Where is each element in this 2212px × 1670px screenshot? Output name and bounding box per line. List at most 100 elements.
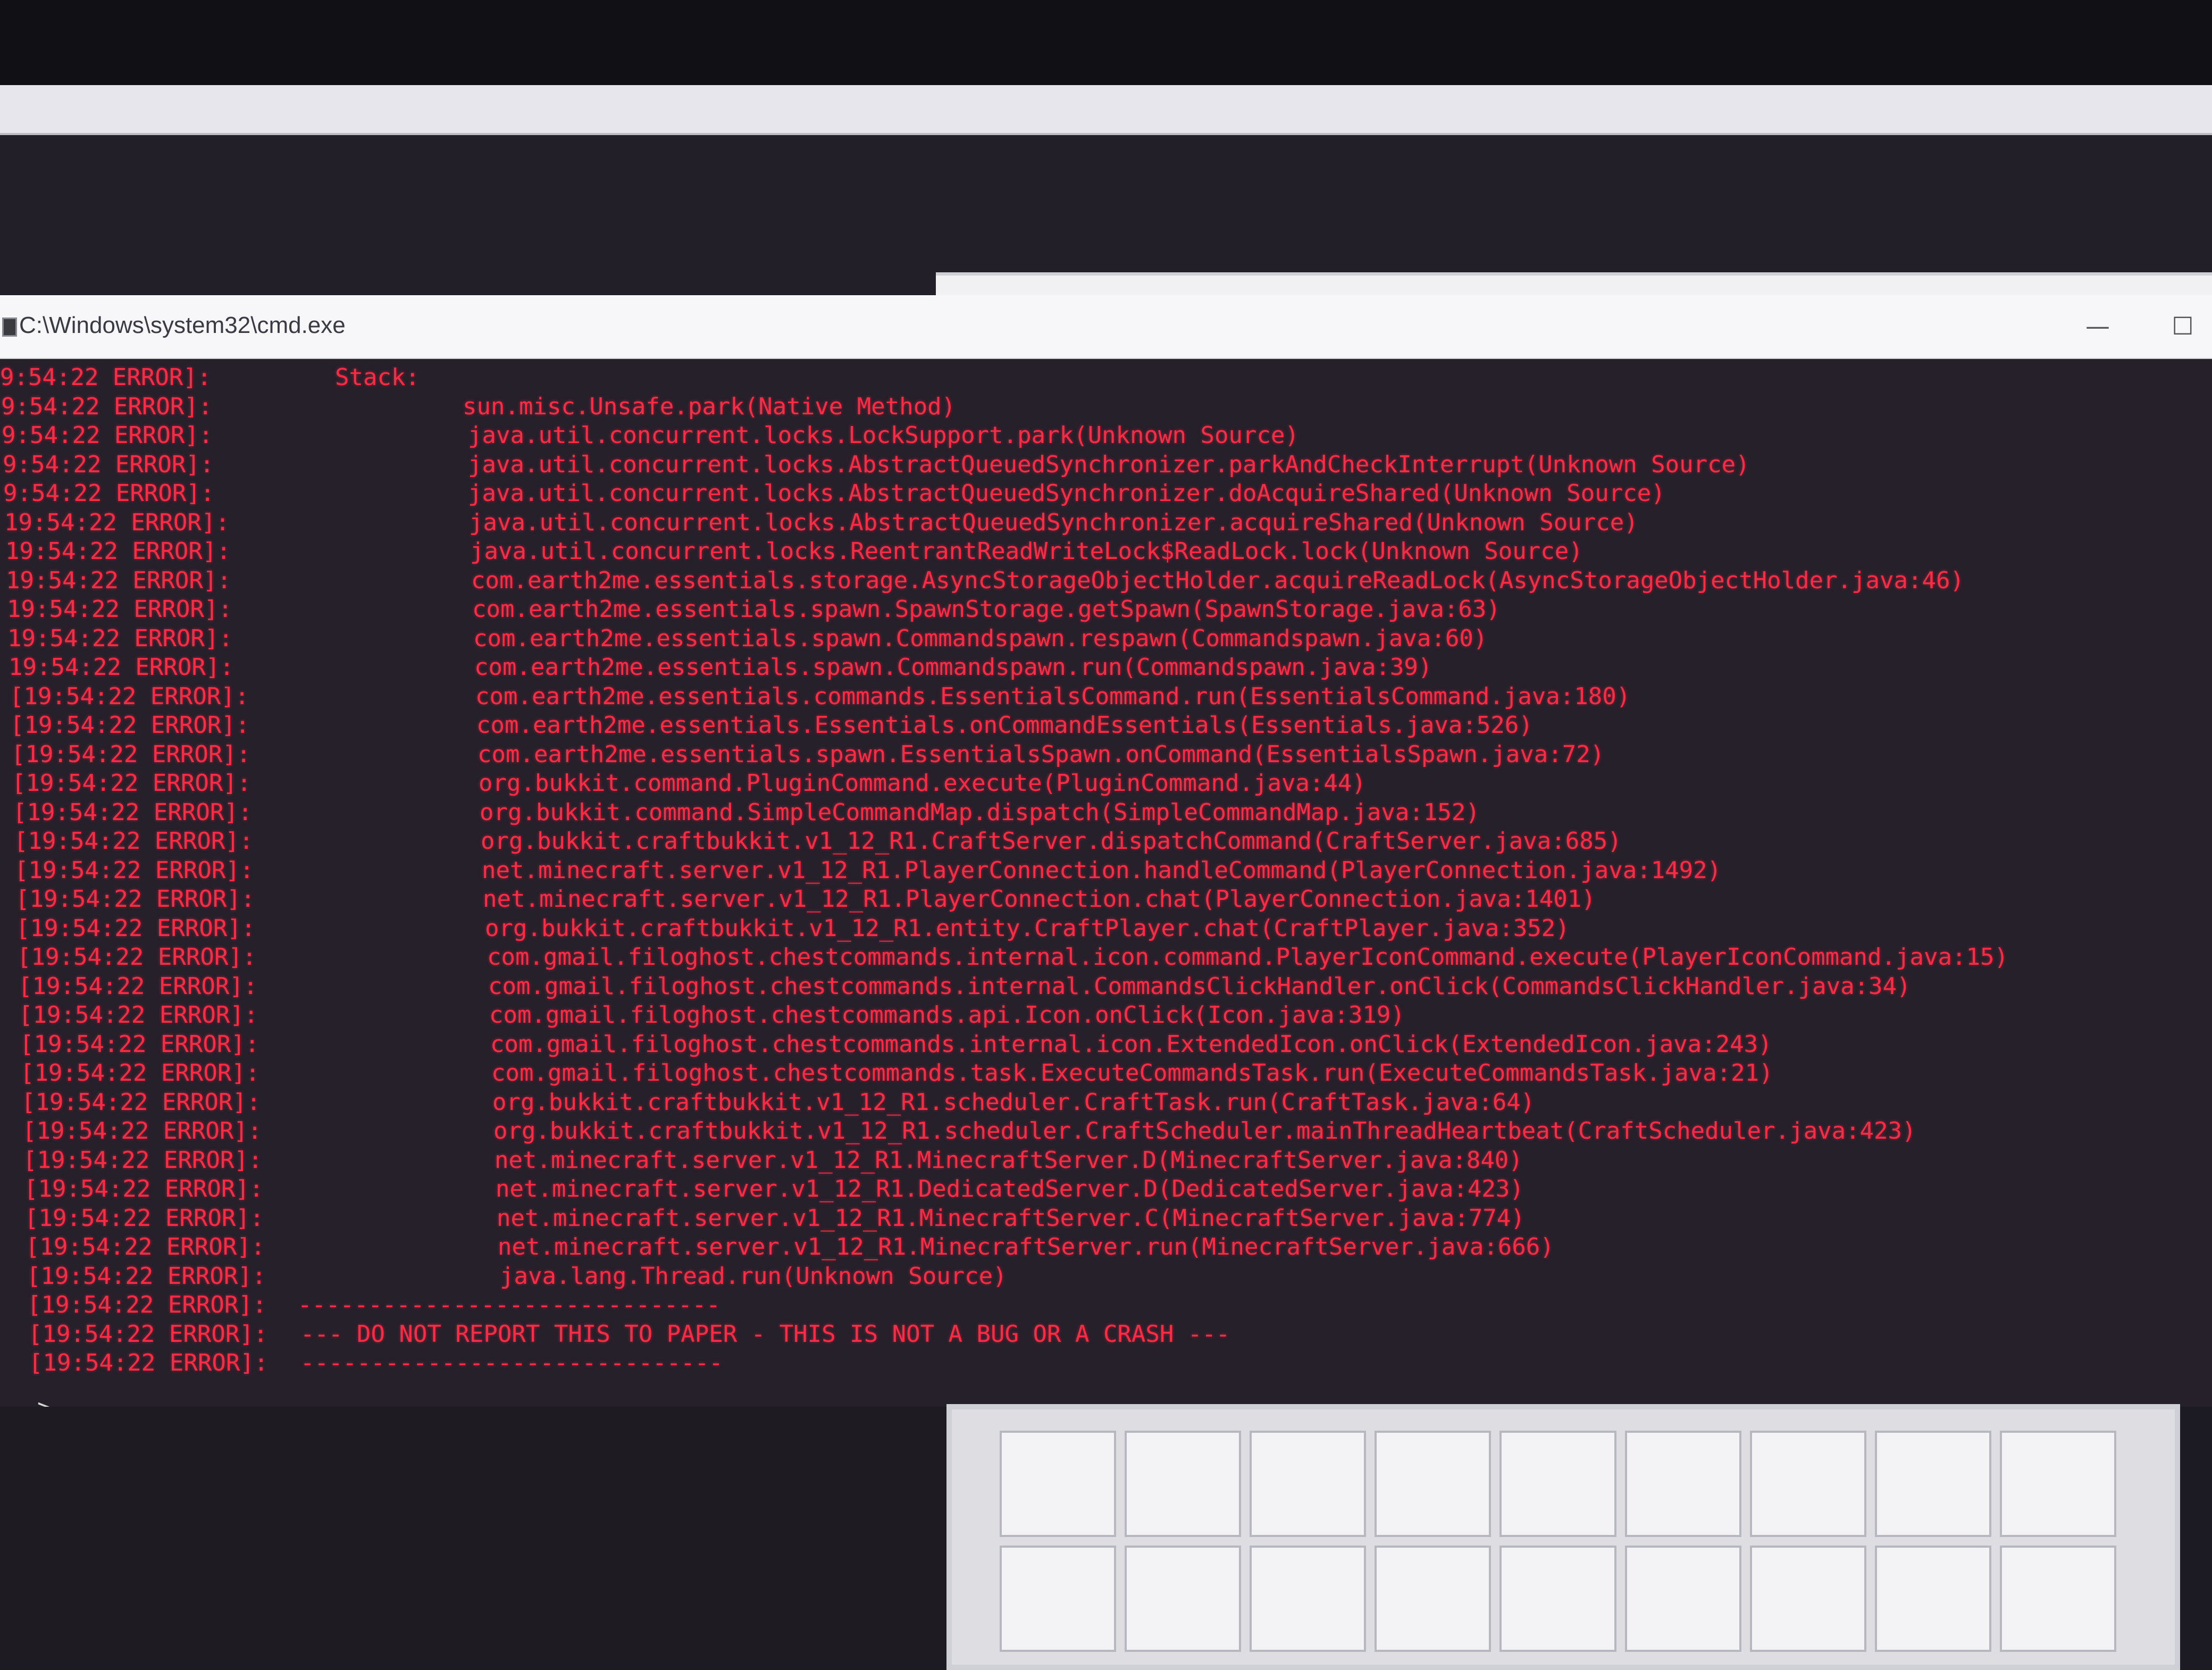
- log-message: com.gmail.filoghost.chestcommands.api.Ic…: [489, 1001, 1405, 1029]
- log-timestamp: 9:54:22 ERROR]:: [1, 393, 213, 420]
- log-message: java.lang.Thread.run(Unknown Source): [500, 1262, 1007, 1290]
- log-message: com.earth2me.essentials.Essentials.onCom…: [476, 712, 1533, 739]
- log-timestamp: 19:54:22 ERROR]:: [4, 508, 230, 536]
- inventory-slot: [1000, 1431, 1117, 1537]
- log-message: sun.misc.Unsafe.park(Native Method): [463, 393, 956, 420]
- log-message: net.minecraft.server.v1_12_R1.PlayerConn…: [483, 886, 1596, 913]
- maximize-button[interactable]: ☐: [2164, 309, 2201, 343]
- log-message: com.earth2me.essentials.storage.AsyncSto…: [471, 566, 1964, 594]
- log-timestamp: [19:54:22 ERROR]:: [13, 798, 253, 826]
- log-timestamp: [19:54:22 ERROR]:: [27, 1291, 267, 1318]
- inventory-slot: [1874, 1431, 1991, 1537]
- log-timestamp: [19:54:22 ERROR]:: [16, 914, 256, 942]
- log-timestamp: [19:54:22 ERROR]:: [10, 712, 250, 739]
- log-timestamp: [19:54:22 ERROR]:: [14, 828, 254, 855]
- inventory-slot: [1749, 1431, 1866, 1537]
- log-timestamp: [19:54:22 ERROR]:: [20, 1059, 260, 1087]
- log-timestamp: [19:54:22 ERROR]:: [18, 972, 258, 1000]
- inventory-slot: [1250, 1546, 1367, 1652]
- log-timestamp: [19:54:22 ERROR]:: [28, 1320, 268, 1348]
- background-window-titlebar: [0, 85, 2212, 135]
- log-timestamp: [19:54:22 ERROR]:: [23, 1146, 263, 1174]
- log-message: com.earth2me.essentials.spawn.Essentials…: [477, 740, 1605, 768]
- log-message: org.bukkit.command.PluginCommand.execute…: [479, 770, 1366, 797]
- log-message: java.util.concurrent.locks.LockSupport.p…: [468, 422, 1299, 449]
- desktop-background: [0, 1407, 946, 1659]
- log-timestamp: 19:54:22 ERROR]:: [5, 538, 231, 565]
- log-timestamp: [19:54:22 ERROR]:: [26, 1233, 265, 1260]
- log-message: org.bukkit.craftbukkit.v1_12_R1.entity.C…: [485, 914, 1570, 942]
- window-titlebar[interactable]: C:\Windows\system32\cmd.exe — ☐: [0, 295, 2212, 359]
- log-timestamp: 19:54:22 ERROR]:: [6, 566, 231, 594]
- log-message: ------------------------------: [298, 1291, 720, 1318]
- log-timestamp: 9:54:22 ERROR]:: [0, 364, 212, 391]
- log-timestamp: [19:54:22 ERROR]:: [22, 1117, 262, 1145]
- log-message: org.bukkit.craftbukkit.v1_12_R1.schedule…: [493, 1117, 1916, 1145]
- log-message: Stack:: [335, 364, 420, 391]
- log-timestamp: [19:54:22 ERROR]:: [24, 1204, 264, 1232]
- monitor-bezel: [0, 0, 2212, 85]
- inventory-slot: [1624, 1431, 1741, 1537]
- inventory-slot: [1250, 1431, 1367, 1537]
- inventory-slot: [1749, 1546, 1866, 1652]
- inventory-slot: [1499, 1431, 1616, 1537]
- cmd-app-icon: [2, 318, 17, 337]
- inventory-grid: [1000, 1431, 2116, 1665]
- log-timestamp: 9:54:22 ERROR]:: [3, 480, 215, 507]
- log-message: org.bukkit.command.SimpleCommandMap.disp…: [480, 798, 1480, 826]
- log-timestamp: [19:54:22 ERROR]:: [17, 943, 257, 971]
- log-message: java.util.concurrent.locks.AbstractQueue…: [468, 450, 1750, 478]
- log-message: net.minecraft.server.v1_12_R1.MinecraftS…: [497, 1204, 1525, 1232]
- log-timestamp: [19:54:22 ERROR]:: [12, 770, 252, 797]
- log-message: com.earth2me.essentials.spawn.SpawnStora…: [472, 596, 1501, 623]
- inventory-slot: [1125, 1431, 1242, 1537]
- log-timestamp: [19:54:22 ERROR]:: [10, 682, 249, 710]
- log-timestamp: 9:54:22 ERROR]:: [3, 450, 214, 478]
- log-message: net.minecraft.server.v1_12_R1.MinecraftS…: [495, 1146, 1523, 1174]
- log-message: net.minecraft.server.v1_12_R1.PlayerConn…: [482, 856, 1722, 884]
- minimize-button[interactable]: —: [2079, 309, 2116, 343]
- inventory-slot: [1375, 1546, 1492, 1652]
- log-message: java.util.concurrent.locks.ReentrantRead…: [470, 538, 1583, 565]
- background-game-inventory: [946, 1404, 2180, 1670]
- log-timestamp: 9:54:22 ERROR]:: [2, 422, 213, 449]
- log-message: net.minecraft.server.v1_12_R1.MinecraftS…: [498, 1233, 1554, 1260]
- inventory-slot: [1999, 1431, 2116, 1537]
- inventory-slot: [1499, 1546, 1616, 1652]
- log-message: --- DO NOT REPORT THIS TO PAPER - THIS I…: [300, 1320, 1230, 1348]
- log-timestamp: [19:54:22 ERROR]:: [21, 1088, 261, 1116]
- console-output[interactable]: > 9:54:22 ERROR]:Stack:9:54:22 ERROR]:su…: [0, 358, 2212, 1421]
- log-message: com.gmail.filoghost.chestcommands.task.E…: [491, 1059, 1773, 1087]
- log-timestamp: 19:54:22 ERROR]:: [7, 624, 233, 652]
- inventory-slot: [1999, 1546, 2116, 1652]
- log-timestamp: [19:54:22 ERROR]:: [15, 886, 255, 913]
- cmd-window: C:\Windows\system32\cmd.exe — ☐ > 9:54:2…: [0, 295, 2212, 1421]
- log-message: com.earth2me.essentials.commands.Essenti…: [475, 682, 1631, 710]
- log-message: net.minecraft.server.v1_12_R1.DedicatedS…: [496, 1175, 1524, 1203]
- log-timestamp: [19:54:22 ERROR]:: [29, 1349, 269, 1376]
- log-message: ------------------------------: [300, 1349, 723, 1376]
- log-message: org.bukkit.craftbukkit.v1_12_R1.CraftSer…: [481, 828, 1622, 855]
- background-window-body: [0, 135, 2212, 295]
- inventory-slot: [1375, 1431, 1492, 1537]
- log-message: java.util.concurrent.locks.AbstractQueue…: [468, 480, 1665, 507]
- log-message: com.earth2me.essentials.spawn.Commandspa…: [474, 654, 1432, 681]
- log-timestamp: [19:54:22 ERROR]:: [19, 1001, 258, 1029]
- inventory-slot: [1000, 1546, 1117, 1652]
- inventory-slot: [1125, 1546, 1242, 1652]
- log-timestamp: 19:54:22 ERROR]:: [9, 654, 234, 681]
- inventory-slot: [1874, 1546, 1991, 1652]
- log-message: com.gmail.filoghost.chestcommands.intern…: [488, 972, 1911, 1000]
- log-timestamp: [19:54:22 ERROR]:: [14, 856, 254, 884]
- log-message: com.gmail.filoghost.chestcommands.intern…: [490, 1030, 1772, 1058]
- window-title: C:\Windows\system32\cmd.exe: [19, 312, 346, 338]
- log-timestamp: [19:54:22 ERROR]:: [11, 740, 251, 768]
- log-timestamp: [19:54:22 ERROR]:: [20, 1030, 259, 1058]
- log-timestamp: [19:54:22 ERROR]:: [24, 1175, 264, 1203]
- log-message: java.util.concurrent.locks.AbstractQueue…: [469, 508, 1638, 536]
- log-message: org.bukkit.craftbukkit.v1_12_R1.schedule…: [492, 1088, 1535, 1116]
- log-timestamp: [19:54:22 ERROR]:: [27, 1262, 266, 1290]
- inventory-slot: [1624, 1546, 1741, 1652]
- log-message: com.gmail.filoghost.chestcommands.intern…: [487, 943, 2008, 971]
- log-message: com.earth2me.essentials.spawn.Commandspa…: [473, 624, 1488, 652]
